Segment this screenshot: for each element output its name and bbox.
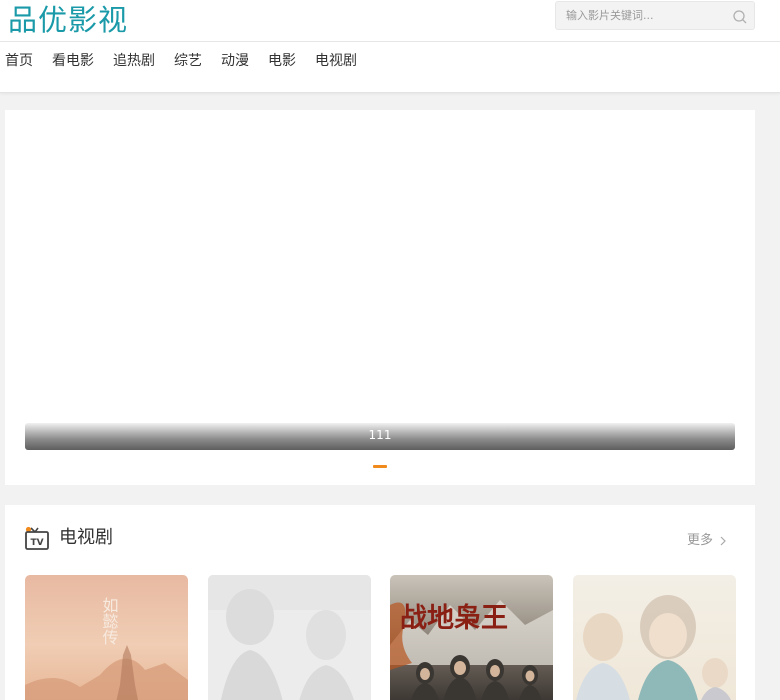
site-header: 品优影视 首页 看电影 追热剧 综艺 动漫 电影 电视剧 — [0, 0, 780, 93]
nav-item-movies[interactable]: 电影 — [268, 50, 296, 72]
site-logo[interactable]: 品优影视 — [8, 2, 128, 38]
poster-card-4[interactable] — [573, 575, 736, 700]
poster-image-4[interactable] — [573, 575, 736, 700]
poster-card-1[interactable]: 如懿传 — [25, 575, 188, 700]
svg-text:TV: TV — [30, 538, 43, 548]
poster-card-2[interactable] — [208, 575, 371, 700]
poster-image-3[interactable]: 战地枭王 — [390, 575, 553, 700]
main-nav: 首页 看电影 追热剧 综艺 动漫 电影 电视剧 — [5, 50, 376, 72]
nav-item-tv-series[interactable]: 电视剧 — [315, 50, 357, 72]
nav-item-home[interactable]: 首页 — [5, 50, 33, 72]
chevron-right-icon — [720, 536, 726, 546]
tv-series-section: TV 电视剧 更多 如懿传 战地枭王 — [5, 505, 755, 700]
more-link[interactable]: 更多 — [687, 531, 727, 551]
poster-3-overlay: 战地枭王 — [400, 602, 508, 634]
tv-icon: TV — [25, 526, 49, 550]
poster-image-1[interactable]: 如懿传 — [25, 575, 188, 700]
poster-card-3[interactable]: 战地枭王 — [390, 575, 553, 700]
header-divider — [0, 41, 780, 42]
search-input[interactable] — [556, 2, 724, 29]
search-icon[interactable] — [732, 9, 748, 25]
section-title: 电视剧 — [59, 527, 113, 548]
banner-caption: 111 — [25, 423, 735, 450]
poster-1-overlay: 如懿传 — [100, 597, 119, 645]
nav-item-watch-movies[interactable]: 看电影 — [52, 50, 94, 72]
search-box[interactable] — [555, 1, 755, 30]
banner-carousel[interactable]: 111 — [5, 110, 755, 485]
nav-item-variety[interactable]: 综艺 — [174, 50, 202, 72]
nav-item-anime[interactable]: 动漫 — [221, 50, 249, 72]
more-label[interactable]: 更多 — [687, 531, 713, 551]
poster-image-2[interactable] — [208, 575, 371, 700]
carousel-pager-dot[interactable] — [373, 465, 387, 468]
nav-item-hot-series[interactable]: 追热剧 — [113, 50, 155, 72]
